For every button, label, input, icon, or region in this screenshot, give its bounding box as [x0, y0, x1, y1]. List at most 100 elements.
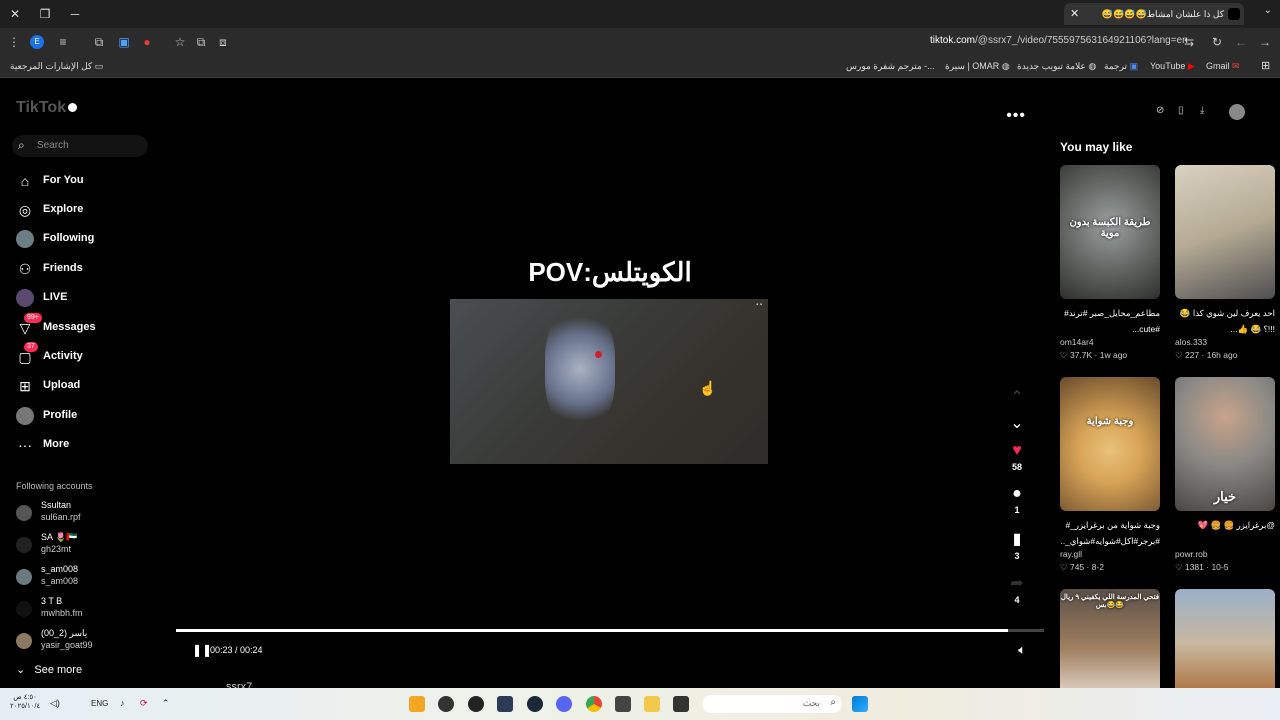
more-options-icon[interactable]: ••• — [1006, 107, 1026, 125]
nav-for-you[interactable]: ⌂ For You — [16, 170, 166, 192]
address-bar[interactable]: tiktok.com/@ssrx7_/video/755597563164921… — [930, 35, 1188, 46]
next-video-icon[interactable]: ⌄ — [1002, 413, 1032, 433]
restore-window-icon[interactable]: ❐ — [34, 4, 56, 24]
app-icon[interactable] — [409, 696, 425, 712]
discord-icon[interactable] — [556, 696, 572, 712]
active-tab[interactable]: كل ذا علشان امشاط😅😅😅😅 ✕ — [1064, 3, 1244, 25]
video-marker — [595, 351, 602, 358]
coins-icon[interactable]: ⊘ — [1156, 105, 1164, 116]
following-avatar-icon — [16, 230, 34, 248]
reload-icon[interactable]: ↻ — [1208, 33, 1226, 51]
apps-grid-icon[interactable]: ⊞ — [1261, 59, 1270, 72]
search-input[interactable]: ⌕ Search — [12, 135, 148, 157]
recommendation-card[interactable]: طريقة الكبسة بدون موية مطاعم_محايل_صبر #… — [1060, 165, 1160, 361]
cast-icon[interactable]: ⧈ — [214, 33, 232, 51]
account-item[interactable]: SA 🌷🇦🇪 gh23mt — [16, 532, 166, 558]
card-author: alos.333 — [1175, 337, 1208, 347]
extension-blue-icon[interactable]: ▣ — [115, 33, 133, 51]
chrome-icon[interactable] — [586, 696, 602, 712]
bookmark-omar[interactable]: سيرة | OMAR ◍ — [945, 61, 1010, 72]
friends-icon: ⚇ — [18, 261, 32, 277]
bookmark-morse[interactable]: مترجم شفرة مورس -... — [846, 61, 935, 72]
nav-explore[interactable]: ◎ Explore — [16, 199, 166, 221]
back-icon[interactable]: → — [1256, 33, 1274, 51]
bookmark-star-icon[interactable]: ☆ — [171, 33, 189, 51]
device-icon[interactable]: ▯ — [1178, 105, 1184, 116]
nav-more[interactable]: ··· More — [16, 434, 166, 456]
video-player[interactable]: ••• الكويتلس:POV ▪ ▪ ☝ ⌃ ⌄ ♥ 58 ● 1 ▮ 3 ➦ 4 … — [176, 97, 1044, 693]
upload-icon: ⊞ — [19, 378, 31, 394]
tab-search-icon[interactable]: ⌄ — [1264, 5, 1272, 16]
card-author: powr.rob — [1175, 549, 1208, 559]
nav-live[interactable]: LIVE — [16, 287, 166, 309]
live-icon — [16, 289, 34, 307]
translate-icon[interactable]: ⧉ — [192, 33, 210, 51]
os-taskbar: بحث ⌕ ◁) ♪ ⟳ ⌃ — [0, 688, 1280, 720]
extension-red-icon[interactable]: ● — [138, 33, 156, 51]
card-caption: وجبة شواية من برغرايزر_# #برجر#اكل#شوايه… — [1060, 520, 1160, 546]
card-author: om14ar4 — [1060, 337, 1094, 347]
nav-profile[interactable]: Profile — [16, 405, 166, 427]
language-indicator[interactable]: ENG — [91, 699, 108, 708]
volume-tray-icon[interactable]: ◁) — [50, 698, 62, 710]
chevron-up-icon[interactable]: ⌃ — [162, 698, 174, 710]
forward-icon[interactable]: ← — [1232, 33, 1250, 51]
bookmark-gmail[interactable]: Gmail ✉ — [1206, 61, 1240, 72]
bookmark-youtube[interactable]: YouTube ▶ — [1150, 61, 1195, 72]
download-icon[interactable]: ⤓ — [1200, 105, 1204, 116]
windows-start-icon[interactable] — [852, 696, 868, 712]
nav-friends[interactable]: ⚇ Friends — [16, 258, 166, 280]
like-button[interactable]: ♥ 58 — [1002, 442, 1032, 472]
taskbar-search-input[interactable]: بحث ⌕ — [702, 695, 842, 713]
volume-icon[interactable]: 🔈︎ — [1018, 642, 1026, 658]
recommendation-card[interactable]: فتحي المدرسة اللي يكفيني ٩ ريال بس😂😂 — [1060, 589, 1160, 688]
file-explorer-icon[interactable] — [644, 696, 660, 712]
minimize-window-icon[interactable]: ─ — [64, 4, 86, 24]
recommendation-card[interactable] — [1175, 589, 1275, 688]
comment-button[interactable]: ● 1 — [1002, 485, 1032, 515]
more-dots-icon: ··· — [18, 437, 32, 453]
recommendation-card[interactable]: خيار @برغرايزر 🍔 🍔 💖 powr.rob ♡ 1381 · 1… — [1175, 377, 1275, 573]
microphone-icon[interactable]: ♪ — [120, 698, 132, 710]
card-caption: احد يعرف لين شوي كذا 😂 !!!؟ 😂 👍... — [1179, 308, 1275, 334]
account-item[interactable]: ياسر (2_00) yasir_goat99 — [16, 628, 166, 654]
app-icon[interactable] — [615, 696, 631, 712]
steam-icon[interactable] — [527, 696, 543, 712]
video-scene — [545, 309, 615, 429]
tray-app-icon[interactable]: ⟳ — [140, 698, 152, 710]
account-item[interactable]: Ssultan sul6an.rpf — [16, 500, 166, 526]
bookmark-translate[interactable]: ترجمة ▣ — [1104, 61, 1138, 72]
save-button[interactable]: ▮ 3 — [1002, 529, 1032, 561]
user-avatar[interactable] — [1229, 104, 1245, 120]
nav-activity[interactable]: ▢ 37 Activity — [16, 342, 166, 368]
reading-list-icon[interactable]: ≡ — [54, 33, 72, 51]
app-icon[interactable] — [673, 696, 689, 712]
app-icon[interactable] — [497, 696, 513, 712]
profile-icon[interactable]: E — [30, 35, 44, 49]
video-progress-bar[interactable] — [176, 629, 1044, 632]
nav-following[interactable]: Following — [16, 228, 166, 250]
bookmark-new-tab[interactable]: علامة تبويب جديدة ◍ — [1017, 61, 1096, 72]
see-more-button[interactable]: ⌄ See more — [16, 663, 82, 676]
avatar — [16, 633, 32, 649]
bookmark-all[interactable]: كل الإشارات المرجعية ▭ — [10, 61, 103, 72]
menu-kebab-icon[interactable]: ⋮ — [5, 33, 23, 51]
close-tab-icon[interactable]: ✕ — [1070, 3, 1079, 25]
clock[interactable]: ٤:٥٠ ص ٢٠٢٥/١٠/٤ — [10, 693, 40, 711]
account-item[interactable]: 3 T Bmwhbh.fm — [16, 596, 166, 622]
card-stats: ♡ 37.7K · 1w ago — [1060, 350, 1128, 360]
recommendation-card[interactable]: احد يعرف لين شوي كذا 😂 !!!؟ 😂 👍... alos.… — [1175, 165, 1275, 361]
nav-upload[interactable]: ⊞ Upload — [16, 375, 166, 397]
close-window-icon[interactable]: ✕ — [4, 4, 26, 24]
account-item[interactable]: s_am008 s_am008 — [16, 564, 166, 590]
tiktok-logo[interactable]: TikTok — [16, 99, 78, 117]
extensions-icon[interactable]: ⧉ — [90, 33, 108, 51]
site-settings-icon[interactable]: ⇆ — [1180, 33, 1198, 51]
previous-video-icon[interactable]: ⌃ — [1002, 387, 1032, 407]
video-frame[interactable]: ▪ ▪ — [450, 299, 768, 464]
recommendation-card[interactable]: وجبة شواية وجبة شواية من برغرايزر_# #برج… — [1060, 377, 1160, 573]
app-icon[interactable] — [468, 696, 484, 712]
nav-messages[interactable]: ▽ 99+ Messages — [16, 313, 166, 339]
app-icon[interactable] — [438, 696, 454, 712]
share-button[interactable]: ➦ 4 — [1002, 573, 1032, 605]
